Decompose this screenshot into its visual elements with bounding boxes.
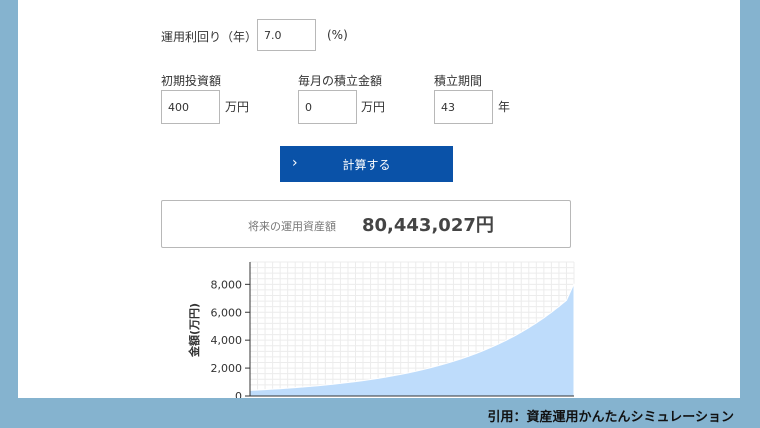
period-input[interactable] bbox=[434, 90, 493, 124]
y-tick-label: 8,000 bbox=[211, 278, 243, 291]
result-box: 将来の運用資産額 80,443,027円 bbox=[161, 200, 571, 248]
source-credit: 引用：資産運用かんたんシミュレーション bbox=[487, 410, 734, 425]
calculator-panel: 運用利回り（年） (%) 初期投資額 万円 毎月の積立金額 万円 積立期間 年 … bbox=[18, 0, 740, 398]
period-unit: 年 bbox=[498, 100, 511, 114]
monthly-amount-label: 毎月の積立金額 bbox=[298, 74, 383, 88]
initial-investment-unit: 万円 bbox=[225, 100, 250, 114]
monthly-amount-input[interactable] bbox=[298, 90, 357, 124]
rate-unit: (%) bbox=[327, 28, 348, 42]
y-tick-label: 0 bbox=[235, 390, 242, 398]
calculate-button-label: 計算する bbox=[342, 158, 391, 172]
y-tick-label: 2,000 bbox=[211, 362, 243, 375]
period-label: 積立期間 bbox=[434, 74, 483, 88]
monthly-amount-unit: 万円 bbox=[361, 100, 386, 114]
y-axis-label: 金額(万円) bbox=[187, 303, 201, 358]
rate-label: 運用利回り（年） bbox=[161, 30, 258, 44]
rate-input[interactable] bbox=[257, 19, 316, 51]
initial-investment-input[interactable] bbox=[161, 90, 220, 124]
y-axis-ticks: 0 2,000 4,000 6,000 8,000 bbox=[211, 278, 250, 398]
asset-growth-chart: 0 2,000 4,000 6,000 8,000 金額(万円) bbox=[187, 261, 575, 398]
calculate-button[interactable]: › 計算する bbox=[280, 146, 453, 182]
y-tick-label: 4,000 bbox=[211, 334, 243, 347]
future-assets-label: 将来の運用資産額 bbox=[248, 220, 336, 233]
future-assets-value: 80,443,027円 bbox=[362, 215, 494, 236]
initial-investment-label: 初期投資額 bbox=[161, 74, 222, 88]
y-tick-label: 6,000 bbox=[211, 306, 243, 319]
